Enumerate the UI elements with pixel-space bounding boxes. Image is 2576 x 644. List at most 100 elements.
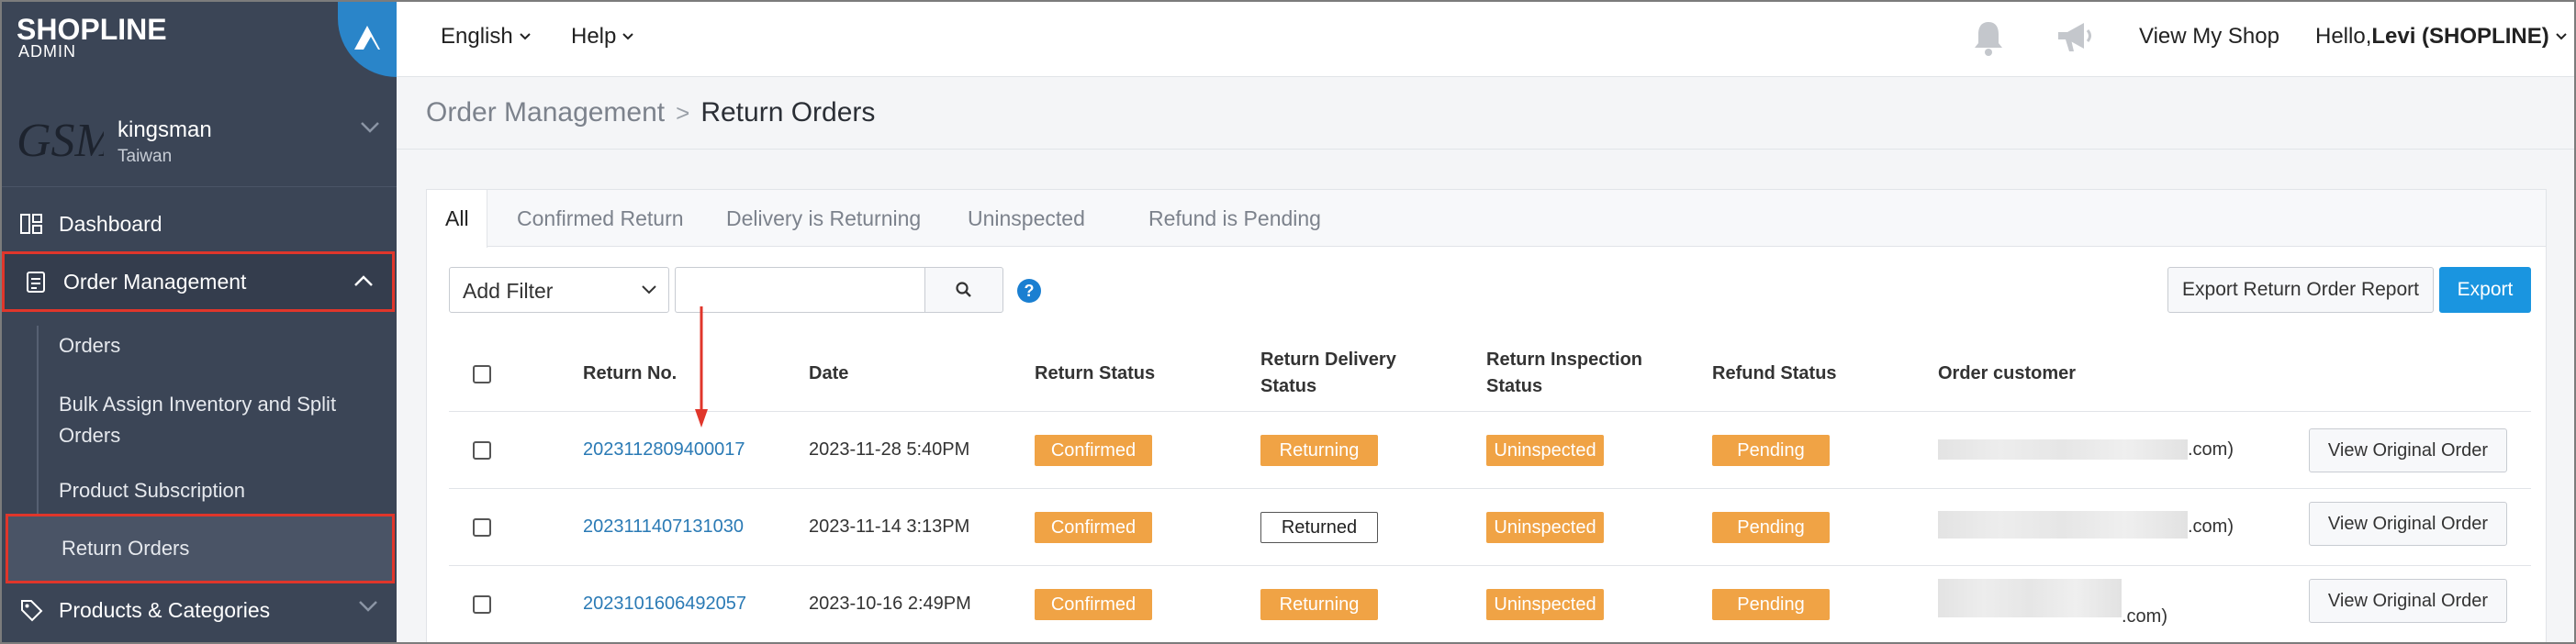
sidebar-subitem-orders[interactable]: Orders [33,334,393,358]
return-status-badge: Confirmed [1035,512,1152,543]
mountain-icon [354,26,380,50]
language-dropdown[interactable]: English [441,24,532,50]
table-row: 2023101606492057 2023-10-16 2:49PM Confi… [449,566,2531,643]
col-order-customer: Order customer [1938,363,2077,383]
col-delivery-status-line1: Return Delivery [1260,350,1396,370]
refund-status-badge: Pending [1712,512,1830,543]
col-return-status: Return Status [1035,363,1156,383]
return-orders-panel: All Confirmed Return Delivery is Returni… [426,189,2547,644]
inspection-status-badge: Uninspected [1486,435,1604,466]
tab-refund-pending[interactable]: Refund is Pending [1130,190,1339,247]
greeting-prefix: Hello, [2315,24,2372,49]
brand-logo[interactable]: SHOPLINE [17,15,167,44]
sidebar-item-label: Dashboard [59,211,162,236]
delivery-status-badge: Returning [1260,589,1378,620]
bell-icon[interactable] [1970,18,2007,57]
help-dropdown[interactable]: Help [571,24,634,50]
sidebar-subitem-return-orders[interactable]: Return Orders [6,514,395,583]
tab-all[interactable]: All [427,190,487,248]
export-return-order-report-button[interactable]: Export Return Order Report [2167,267,2434,313]
clipboard-icon [27,272,45,293]
chevron-down-icon [2556,33,2567,40]
megaphone-icon[interactable] [2055,18,2097,57]
user-name: Levi (SHOPLINE) [2371,24,2549,49]
row-checkbox[interactable] [473,441,491,460]
brand-logo-sub: ADMIN [18,42,76,61]
return-no-link[interactable]: 2023101606492057 [583,594,746,615]
chevron-down-icon [642,285,656,294]
sidebar-item-label: Products & Categories [59,597,271,622]
table-header: Return No. Date Return Status Return Del… [449,335,2531,412]
divider [397,149,2576,150]
customer-redacted [1938,579,2122,617]
customer-redacted [1938,511,2188,539]
return-date: 2023-11-14 3:13PM [809,516,970,537]
sidebar-item-order-management[interactable]: Order Management [2,251,395,312]
breadcrumb-parent[interactable]: Order Management [426,97,665,128]
tag-icon [21,600,43,622]
store-country: Taiwan [118,147,173,166]
help-icon[interactable]: ? [1016,278,1042,304]
return-date: 2023-10-16 2:49PM [809,594,971,614]
user-menu[interactable]: Hello, Levi (SHOPLINE) [2315,24,2568,50]
delivery-status-badge: Returned [1260,512,1378,543]
sidebar-subitem-bulk-assign[interactable]: Bulk Assign Inventory and Split Orders [33,389,393,451]
refund-status-badge: Pending [1712,589,1830,620]
view-my-shop-link[interactable]: View My Shop [2139,24,2279,50]
language-label: English [441,24,513,49]
col-date: Date [809,363,849,383]
sidebar-item-products-categories[interactable]: Products & Categories [0,580,397,640]
col-delivery-status: Return Delivery Status [1260,347,1396,400]
return-status-badge: Confirmed [1035,435,1152,466]
dashboard-icon [20,214,42,234]
col-delivery-status-line2: Status [1260,376,1317,396]
search-icon [956,282,971,297]
store-switcher[interactable]: GSM kingsman Taiwan [0,77,397,187]
page-title: Return Orders [700,97,876,128]
breadcrumb-separator: > [676,98,690,127]
row-checkbox[interactable] [473,595,491,614]
add-filter-select[interactable]: Add Filter [449,267,669,313]
table-row: 2023112809400017 2023-11-28 5:40PM Confi… [449,412,2531,489]
store-avatar: GSM [17,115,104,167]
customer-redacted [1938,439,2188,460]
tab-confirmed-return[interactable]: Confirmed Return [498,190,702,247]
return-no-link[interactable]: 2023112809400017 [583,439,745,461]
tab-uninspected[interactable]: Uninspected [949,190,1103,247]
inspection-status-badge: Uninspected [1486,512,1604,543]
status-tabs: All Confirmed Return Delivery is Returni… [427,190,2546,248]
view-original-order-button[interactable]: View Original Order [2309,579,2507,623]
annotation-arrow-icon [695,306,708,427]
row-checkbox[interactable] [473,518,491,537]
top-bar: English Help View My Shop Hello, Levi (S… [397,0,2576,77]
chevron-up-icon [354,275,373,286]
view-original-order-button[interactable]: View Original Order [2309,428,2507,472]
col-inspection-status-line2: Status [1486,376,1543,396]
sidebar-item-dashboard[interactable]: Dashboard [0,194,397,254]
return-no-link[interactable]: 2023111407131030 [583,516,744,538]
table-row: 2023111407131030 2023-11-14 3:13PM Confi… [449,489,2531,566]
col-inspection-status-line1: Return Inspection [1486,350,1643,370]
logo-bar: SHOPLINE ADMIN [0,0,397,77]
sidebar-subitem-product-subscription[interactable]: Product Subscription [33,479,393,503]
return-status-badge: Confirmed [1035,589,1152,620]
col-return-no: Return No. [583,363,678,383]
search-button[interactable] [924,267,1003,313]
col-inspection-status: Return Inspection Status [1486,347,1642,400]
return-date: 2023-11-28 5:40PM [809,439,970,460]
customer-email-suffix: .com) [2188,516,2234,537]
search-input[interactable] [675,267,924,313]
help-label: Help [571,24,617,49]
add-filter-label: Add Filter [463,279,554,303]
tab-delivery-returning[interactable]: Delivery is Returning [708,190,939,247]
store-name: kingsman [118,117,212,142]
delivery-status-badge: Returning [1260,435,1378,466]
view-original-order-button[interactable]: View Original Order [2309,502,2507,546]
chevron-down-icon [622,33,634,40]
inspection-status-badge: Uninspected [1486,589,1604,620]
select-all-checkbox[interactable] [473,365,491,383]
chevron-down-icon [359,601,377,612]
refund-status-badge: Pending [1712,435,1830,466]
svg-text:?: ? [1025,282,1035,300]
export-button[interactable]: Export [2439,267,2531,313]
